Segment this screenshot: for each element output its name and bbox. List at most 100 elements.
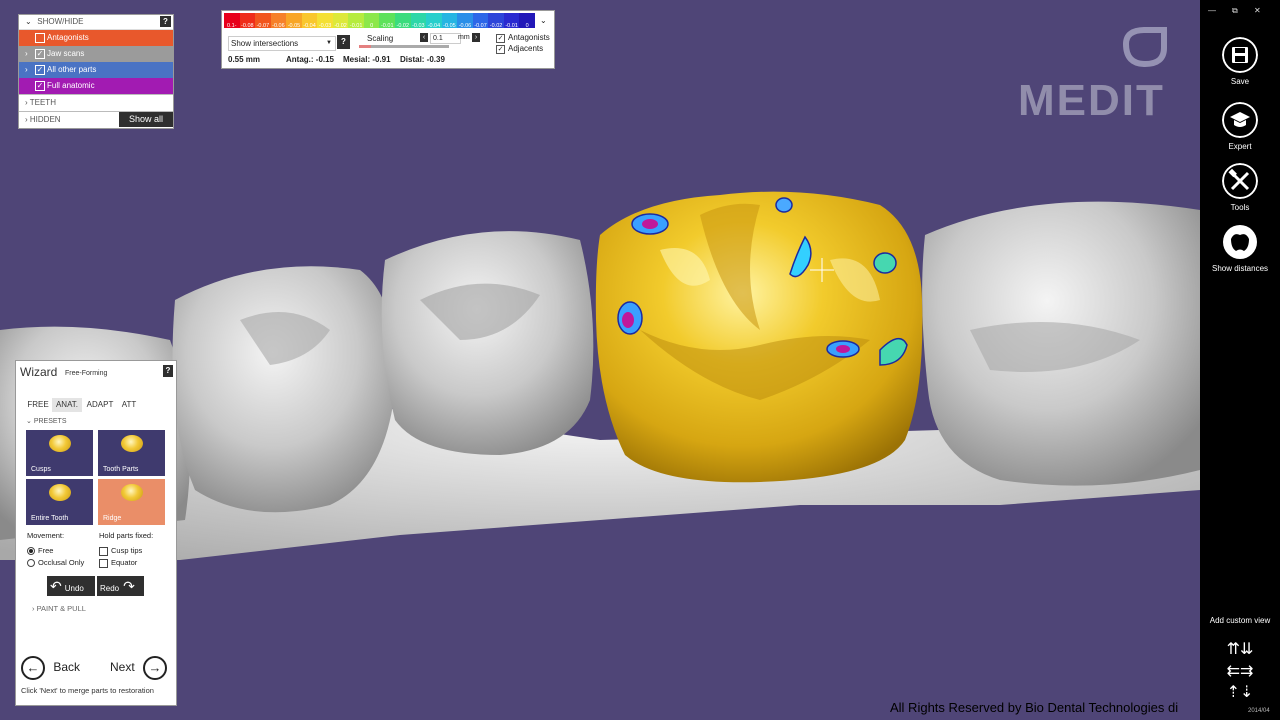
hidden-section[interactable]: › HIDDEN Show all: [19, 111, 173, 128]
radio-button[interactable]: [27, 559, 35, 568]
color-scale-step: -0.01: [379, 13, 396, 28]
mode-select-value: Show intersections: [231, 39, 299, 48]
jaw-scan-tooth: [381, 231, 594, 455]
color-scale-step: -0.03: [317, 13, 333, 28]
tab-free[interactable]: FREE: [26, 398, 50, 412]
chevron-down-icon: ⌄: [26, 418, 32, 425]
scaling-value-input[interactable]: 0.1: [430, 33, 461, 44]
movement-occlusal-radio[interactable]: Occlusal Only: [27, 558, 84, 568]
brand-logo-icon: [1122, 27, 1167, 68]
right-toolbar: — ⧉ ✕ Save Expert Tools Show distances A…: [1200, 0, 1280, 720]
antagonist-readout: Antag.: -0.15: [286, 55, 335, 64]
checkbox[interactable]: ✓: [496, 45, 505, 54]
chevron-down-icon[interactable]: ⌄: [540, 16, 547, 25]
color-scale-step: -0.03: [410, 13, 427, 28]
chevron-right-icon: ›: [25, 115, 28, 124]
show-hide-header[interactable]: ⌄ SHOW/HIDE ?: [19, 15, 173, 30]
wizard-subtitle: Free-Forming: [65, 370, 108, 377]
expand-icon[interactable]: ›: [25, 62, 28, 78]
layer-all-other-parts[interactable]: › ✓ All other parts: [19, 62, 173, 78]
tools-label: Tools: [1230, 203, 1250, 212]
tooth-thumbnail-icon: [49, 484, 71, 501]
tooth-thumbnail-icon: [121, 484, 143, 501]
movement-label: Movement:: [27, 531, 65, 540]
decrease-scaling-button[interactable]: ‹: [420, 33, 428, 42]
color-scale-bar: 0.1-0.09-0.08-0.07-0.06-0.05-0.04-0.03-0…: [224, 13, 535, 28]
hold-cusp-tips-check[interactable]: Cusp tips: [99, 546, 142, 556]
back-button[interactable]: ← Back: [21, 656, 80, 680]
minimize-button[interactable]: —: [1208, 6, 1216, 15]
help-button[interactable]: ?: [337, 35, 350, 49]
restore-button[interactable]: ⧉: [1232, 6, 1238, 16]
preset-entire-tooth[interactable]: Entire Tooth: [26, 479, 93, 525]
preset-cusps[interactable]: Cusps: [26, 430, 93, 476]
scaling-slider[interactable]: [359, 45, 449, 48]
tooth-thumbnail-icon: [49, 435, 71, 452]
show-distances-label: Show distances: [1211, 264, 1269, 273]
help-button[interactable]: ?: [160, 16, 171, 27]
color-scale-step: -0.04: [301, 13, 318, 28]
layer-checkbox[interactable]: ✓: [35, 65, 45, 75]
tab-adapt[interactable]: ADAPT: [84, 398, 116, 412]
tab-anat[interactable]: ANAT.: [52, 398, 82, 412]
layer-checkbox[interactable]: ✓: [35, 49, 45, 59]
presets-label: PRESETS: [33, 418, 67, 425]
antagonists-check[interactable]: ✓ Antagonists: [496, 33, 550, 43]
tools-button[interactable]: Tools: [1200, 163, 1280, 212]
paint-pull-section[interactable]: › PAINT & PULL: [32, 604, 86, 613]
redo-button[interactable]: Redo ↷: [97, 576, 144, 596]
next-button[interactable]: Next →: [110, 656, 168, 680]
layer-full-anatomic[interactable]: ✓ Full anatomic: [19, 78, 173, 94]
tools-icon: [1222, 163, 1258, 199]
left-right-arrows-icon[interactable]: ⇇⇉: [1216, 664, 1264, 680]
preset-label: Tooth Parts: [103, 466, 139, 473]
color-scale-step: -0.08: [239, 13, 256, 28]
layer-antagonists[interactable]: Antagonists: [19, 30, 173, 46]
back-label: Back: [53, 660, 81, 675]
preset-tooth-parts[interactable]: Tooth Parts: [98, 430, 165, 476]
radio-label: Free: [38, 546, 54, 555]
redo-label: Redo: [100, 584, 120, 593]
presets-section[interactable]: ⌄ PRESETS: [26, 417, 67, 425]
color-scale-step: 0.1-0.09: [224, 13, 240, 28]
expand-icon[interactable]: ›: [25, 46, 28, 62]
layer-checkbox[interactable]: ✓: [35, 81, 45, 91]
mode-select[interactable]: Show intersections ▼: [228, 36, 336, 51]
paint-pull-label: PAINT & PULL: [36, 604, 86, 613]
hold-equator-check[interactable]: Equator: [99, 558, 137, 568]
color-scale-step: -0.07: [472, 13, 489, 28]
adjacents-check[interactable]: ✓ Adjacents: [496, 44, 543, 54]
layer-checkbox[interactable]: [35, 33, 45, 43]
help-button[interactable]: ?: [163, 365, 173, 377]
show-hide-panel: ⌄ SHOW/HIDE ? Antagonists › ✓ Jaw scans …: [18, 14, 174, 129]
increase-scaling-button[interactable]: ›: [472, 33, 480, 42]
teeth-section[interactable]: › TEETH: [19, 94, 173, 111]
close-button[interactable]: ✕: [1254, 6, 1261, 15]
date-tag: 2014/04: [1248, 708, 1270, 714]
show-all-button[interactable]: Show all: [119, 112, 173, 127]
arrow-left-icon: ←: [21, 656, 45, 680]
layer-jaw-scans[interactable]: › ✓ Jaw scans: [19, 46, 173, 62]
expert-button[interactable]: Expert: [1200, 102, 1280, 151]
preset-ridge[interactable]: Ridge: [98, 479, 165, 525]
color-scale-step: -0.01: [348, 13, 364, 28]
undo-button[interactable]: ↶ Undo: [47, 576, 95, 596]
color-scale-step: -0.05: [441, 13, 458, 28]
tab-att[interactable]: ATT: [118, 398, 140, 412]
undo-label: Undo: [64, 584, 84, 593]
checkbox[interactable]: [99, 558, 108, 568]
save-button[interactable]: Save: [1200, 37, 1280, 86]
add-custom-view-button[interactable]: Add custom view: [1200, 616, 1280, 625]
checkbox[interactable]: ✓: [496, 34, 505, 43]
mesial-readout: Mesial: -0.91: [343, 55, 391, 64]
wizard-title: Wizard: [20, 365, 58, 379]
show-distances-button[interactable]: Show distances: [1200, 224, 1280, 273]
radio-button[interactable]: [27, 547, 35, 556]
up-down-arrows-icon[interactable]: ⇡⇣: [1216, 685, 1264, 701]
checkbox[interactable]: [99, 546, 108, 556]
view-arrows-icon[interactable]: ⇈⇊: [1216, 642, 1264, 658]
deviation-panel: 0.1-0.09-0.08-0.07-0.06-0.05-0.04-0.03-0…: [221, 10, 555, 69]
jaw-scan-tooth: [172, 266, 396, 513]
movement-free-radio[interactable]: Free: [27, 546, 54, 556]
teeth-label: TEETH: [29, 98, 56, 107]
